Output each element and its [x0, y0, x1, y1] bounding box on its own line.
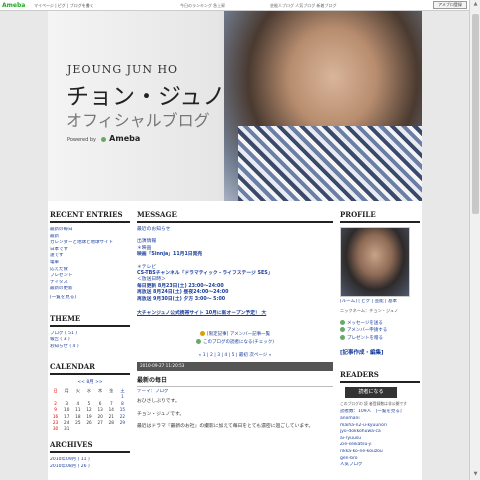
scrollbar-thumb[interactable]: [472, 14, 479, 214]
theme-link[interactable]: ブログ ( 51 ): [50, 331, 130, 338]
reader-link[interactable]: anomani: [340, 416, 420, 423]
powered-brand: Ameba: [109, 134, 141, 143]
ameba-register-button[interactable]: アメブロ登録: [433, 1, 467, 9]
readers-list: anomani maiha-n2-u-kyuunori jyo-dokkohuwa-…: [340, 416, 420, 469]
readers-button[interactable]: 読者になる: [345, 387, 397, 399]
recent-entry-link[interactable]: 遠です: [50, 253, 130, 260]
archive-link[interactable]: 2010年08月 ( 26 ): [50, 464, 130, 471]
readers-count[interactable]: 読者数：109人 [一覧を見る]: [340, 409, 420, 416]
reader-link[interactable]: maiha-n2-u-kyuunori: [340, 423, 420, 430]
become-reader-link[interactable]: このブログの読者になる(チェック): [137, 339, 333, 347]
archives-list: 2010年09月 ( 11 ) 2010年08月 ( 26 ): [50, 457, 130, 470]
header-portrait-shirt: [238, 126, 422, 201]
recent-entry-link[interactable]: 日本です: [50, 247, 130, 254]
profile-title: PROFILE: [340, 210, 420, 223]
reader-icon: [195, 339, 201, 345]
archive-link[interactable]: 2010年09月 ( 11 ): [50, 457, 130, 464]
readers-note: このブログの 読 者登録数は非公開です: [340, 401, 407, 407]
profile-photo[interactable]: [340, 227, 410, 297]
entry-line: 最近はドラマ『最新のお社』の撮影に加えて毎日をとても濃密に過ごしています。: [137, 424, 314, 430]
profile-nickname: ニックネーム：チョン・ジュノ: [340, 307, 399, 313]
recent-entry-link[interactable]: カレンダーと地球と地球サイト: [50, 240, 130, 247]
recording-link[interactable]: [記事作成・編集]: [340, 348, 420, 356]
recent-entry-link[interactable]: 電車: [50, 260, 130, 267]
recent-entries-list: 最新の毎日 最新 カレンダーと地球と地球サイト 日本です 遠です 電車 応えた食 プレゼントナ…: [50, 227, 130, 293]
action-bullet-icon: [340, 319, 345, 325]
action-bullet-icon: [340, 334, 345, 340]
theme-title: THEME: [50, 314, 130, 327]
entry-title[interactable]: 最新の毎日: [137, 375, 333, 387]
ameba-top-bar: Ameba マイページ | ピグ | ブログを書く 今日のランキング 急上昇 芸…: [0, 0, 469, 11]
member-articles-label: [限定記事] アメンバー記事一覧: [206, 332, 271, 338]
right-sidebar: PROFILE [ルーム] | ピグ | 芸能 | 基本 ニックネーム：チョン・…: [340, 210, 420, 469]
top-popular-links[interactable]: 芸能人ブログ 人気ブログ 新着ブログ: [270, 3, 337, 9]
reader-link[interactable]: ai-ryuusu: [340, 436, 420, 443]
reader-link[interactable]: rikka-ko-ne-kouzou: [340, 449, 420, 456]
profile-action-label: アメンバー申請する: [347, 328, 388, 334]
entry-date: 2010-09-27 11:20:53: [140, 363, 185, 369]
ameba-logo[interactable]: Ameba: [2, 2, 25, 9]
reader-link[interactable]: gen-bro: [340, 456, 420, 463]
member-links: [限定記事] アメンバー記事一覧 このブログの読者になる(チェック): [137, 331, 333, 346]
become-reader-label: このブログの読者になる(チェック): [202, 340, 274, 346]
powered-prefix: Powered by: [67, 137, 96, 143]
member-icon: [199, 331, 205, 337]
entry-body: おひさしぶりです。 チョン・ジュノです。 最近はドラマ『最新のお社』の撮影に加えて毎…: [137, 399, 333, 430]
profile-action-label: メッセージを送る: [347, 320, 383, 326]
powered-by-ameba: Powered by Ameba: [67, 134, 140, 143]
top-nav-links[interactable]: マイページ | ピグ | ブログを書く: [34, 3, 94, 9]
header-name-japanese: チョン・ジュノ: [66, 84, 226, 110]
recent-entry-link[interactable]: 最新: [50, 234, 130, 241]
calendar-week-row: 30 31: [50, 426, 128, 432]
recent-entry-link[interactable]: 応えた食: [50, 267, 130, 274]
theme-link[interactable]: 報告 ( 3 ): [50, 337, 130, 344]
profile-caption[interactable]: [ルーム] | ピグ | 芸能 | 基本: [340, 299, 420, 306]
calendar-table: 日月火水木金土 1 2 3 4 5 6 7 8 9 10 11 12 13 14 15 16 17 18 19 20 21…: [50, 387, 128, 432]
ameba-leaf-icon: [100, 137, 106, 142]
recent-entries-title: RECENT ENTRIES: [50, 210, 130, 223]
recent-entry-link[interactable]: プレゼント: [50, 273, 130, 280]
action-bullet-icon: [340, 327, 345, 333]
profile-action-link[interactable]: メッセージを送る: [340, 319, 420, 328]
entry-date-bar: 2010-09-27 11:20:53: [137, 361, 333, 371]
message-title: MESSAGE: [137, 210, 333, 223]
reader-link[interactable]: Zie-seikatsu-ji: [340, 442, 420, 449]
message-body: 最近のお知らせ 出演情報 ＊映画 映画「Sinnja」11月1日発売 ＊テレビ CS-TB…: [137, 227, 333, 303]
scroll-down-arrow-icon[interactable]: ▼: [472, 471, 479, 478]
scroll-up-arrow-icon[interactable]: ▲: [472, 1, 479, 8]
profile-actions: メッセージを送る アメンバー申請する プレゼントを贈る: [340, 319, 420, 343]
blog-page: JEOUNG JUN HO チョン・ジュノ オフィシャルブログ Powered …: [48, 11, 422, 480]
recent-entry-link[interactable]: 最新の毎日: [50, 227, 130, 234]
calendar-month-nav[interactable]: << 8月 >>: [50, 379, 130, 385]
member-articles-link[interactable]: [限定記事] アメンバー記事一覧: [137, 331, 333, 339]
reader-link[interactable]: 人気ブログ: [340, 462, 420, 469]
calendar-day: [83, 426, 94, 432]
calendar-day[interactable]: 31: [61, 426, 72, 432]
reader-link[interactable]: jyo-dokkohuwa-ca: [340, 429, 420, 436]
recent-entry-link[interactable]: 最新の更新: [50, 286, 130, 293]
calendar-day: [117, 426, 128, 432]
theme-link[interactable]: お知らせ ( 4 ): [50, 344, 130, 351]
profile-action-link[interactable]: アメンバー申請する: [340, 327, 420, 335]
theme-list: ブログ ( 51 ) 報告 ( 3 ) お知らせ ( 4 ): [50, 331, 130, 351]
calendar-day: [106, 426, 117, 432]
profile-action-label: プレゼントを贈る: [347, 335, 383, 341]
readers-title: READERS: [340, 370, 420, 384]
top-ranking-link[interactable]: 今日のランキング 急上昇: [180, 3, 225, 9]
header-name-english: JEOUNG JUN HO: [67, 63, 179, 76]
calendar-day: [95, 426, 106, 432]
calendar-day[interactable]: 30: [50, 426, 61, 432]
blog-header-banner[interactable]: JEOUNG JUN HO チョン・ジュノ オフィシャルブログ Powered …: [48, 11, 422, 201]
page-scrollbar[interactable]: ▲ ▼: [469, 0, 480, 480]
pagination[interactable]: « 1 | 2 | 3 | 4 | 5 | 最初 次ページ »: [137, 352, 333, 358]
recent-entries-more-link[interactable]: [一覧を見る]: [50, 295, 130, 302]
archives-title: ARCHIVES: [50, 440, 130, 454]
recent-entry-link[interactable]: ナイタス: [50, 280, 130, 287]
calendar-title: CALENDAR: [50, 362, 130, 376]
profile-action-link[interactable]: プレゼントを贈る: [340, 334, 420, 343]
message-line: 再放送 9月30日(土) 夕方 3:00〜 5:00: [137, 296, 226, 302]
left-sidebar: RECENT ENTRIES 最新の毎日 最新 カレンダーと地球と地球サイト 日本です…: [50, 210, 130, 470]
calendar-day: [72, 426, 83, 432]
header-subtitle: オフィシャルブログ: [66, 111, 210, 130]
